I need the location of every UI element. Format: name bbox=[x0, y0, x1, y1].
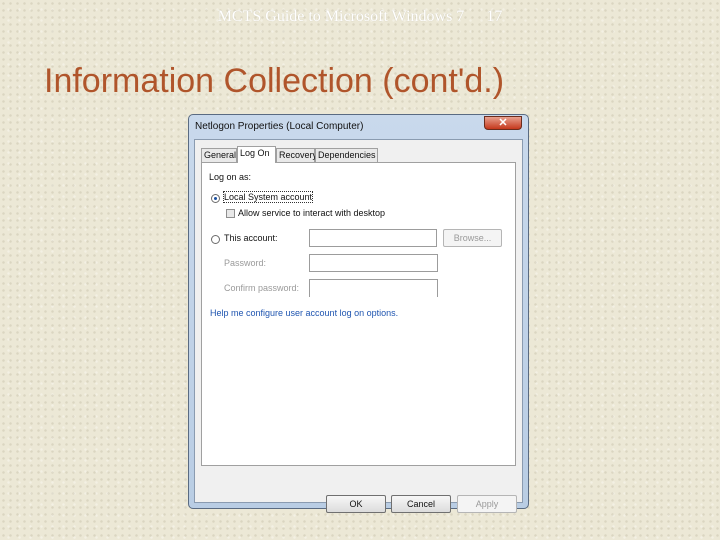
slide-header: MCTS Guide to Microsoft Windows 7 17 bbox=[0, 8, 720, 26]
confirm-password-input[interactable] bbox=[309, 279, 438, 297]
close-icon: ✕ bbox=[498, 117, 508, 129]
tab-dependencies[interactable]: Dependencies bbox=[315, 148, 378, 162]
dialog-title: Netlogon Properties (Local Computer) bbox=[195, 121, 364, 132]
slide-page-number: 17 bbox=[486, 8, 503, 25]
log-on-as-label: Log on as: bbox=[209, 172, 252, 182]
tab-recovery[interactable]: Recovery bbox=[276, 148, 317, 162]
this-account-label: This account: bbox=[224, 233, 278, 243]
slide-title: Information Collection (cont'd.) bbox=[44, 62, 505, 100]
this-account-input[interactable] bbox=[309, 229, 437, 247]
close-button[interactable]: ✕ bbox=[484, 116, 522, 130]
dialog-client-area: General Log On Recovery Dependencies Log… bbox=[194, 139, 523, 513]
slide-header-text: MCTS Guide to Microsoft Windows 7 bbox=[217, 8, 465, 25]
netlogon-properties-dialog: Netlogon Properties (Local Computer) ✕ G… bbox=[188, 114, 529, 513]
confirm-password-label: Confirm password: bbox=[224, 283, 300, 293]
password-input[interactable] bbox=[309, 254, 438, 272]
password-label: Password: bbox=[224, 258, 267, 268]
allow-desktop-label: Allow service to interact with desktop bbox=[238, 208, 386, 218]
log-on-panel: Log on as: Local System account Allow se… bbox=[201, 162, 516, 466]
browse-button[interactable]: Browse... bbox=[443, 229, 502, 247]
allow-desktop-checkbox[interactable] bbox=[226, 209, 235, 218]
this-account-radio[interactable] bbox=[211, 235, 220, 244]
local-system-radio[interactable] bbox=[211, 194, 220, 203]
tab-log-on[interactable]: Log On bbox=[237, 146, 276, 163]
tab-general[interactable]: General bbox=[201, 148, 237, 162]
help-link[interactable]: Help me configure user account log on op… bbox=[210, 308, 398, 318]
apply-button[interactable]: Apply bbox=[457, 495, 517, 513]
ok-button[interactable]: OK bbox=[326, 495, 386, 513]
cancel-button[interactable]: Cancel bbox=[391, 495, 451, 513]
local-system-label[interactable]: Local System account bbox=[222, 191, 314, 203]
